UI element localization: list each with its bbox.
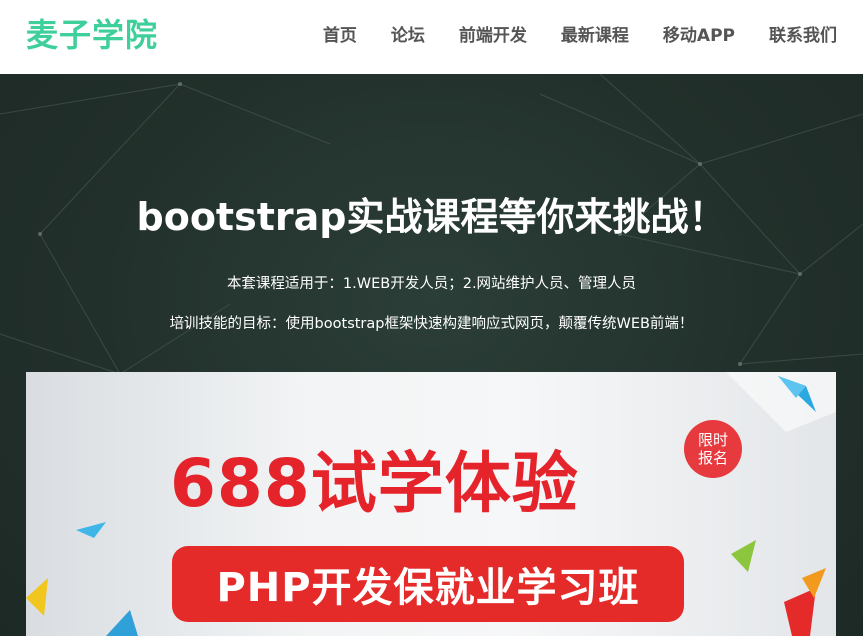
nav-item-contact-us[interactable]: 联系我们 — [769, 21, 837, 46]
site-logo[interactable]: 麦子学院 — [26, 12, 158, 58]
hero-section: bootstrap实战课程等你来挑战！ 本套课程适用于：1.WEB开发人员；2.… — [0, 74, 863, 636]
banner-headline: 688试学体验 — [170, 445, 579, 522]
limited-time-badge: 限时 报名 — [684, 420, 742, 478]
main-nav: 首页 论坛 前端开发 最新课程 移动APP 联系我们 — [323, 0, 837, 66]
promo-banner[interactable]: 688试学体验 限时 报名 PHP开发保就业学习班 — [26, 372, 836, 636]
banner-subhead: PHP开发保就业学习班 — [216, 565, 640, 611]
nav-item-new-courses[interactable]: 最新课程 — [561, 21, 629, 46]
hero-goal-text: 培训技能的目标：使用bootstrap框架快速构建响应式网页，颠覆传统WEB前端… — [169, 316, 694, 332]
banner-subhead-pill: PHP开发保就业学习班 — [172, 546, 684, 622]
top-nav-bar: 麦子学院 首页 论坛 前端开发 最新课程 移动APP 联系我们 — [0, 0, 863, 74]
hero-title: bootstrap实战课程等你来挑战！ — [136, 195, 727, 239]
nav-item-mobile-app[interactable]: 移动APP — [663, 21, 735, 46]
badge-line-1: 限时 — [697, 431, 728, 449]
nav-item-frontend-dev[interactable]: 前端开发 — [459, 21, 527, 46]
hero-audience-text: 本套课程适用于：1.WEB开发人员；2.网站维护人员、管理人员 — [226, 276, 637, 292]
nav-item-forum[interactable]: 论坛 — [391, 21, 425, 46]
nav-item-home[interactable]: 首页 — [323, 21, 357, 46]
badge-line-2: 报名 — [697, 449, 728, 467]
